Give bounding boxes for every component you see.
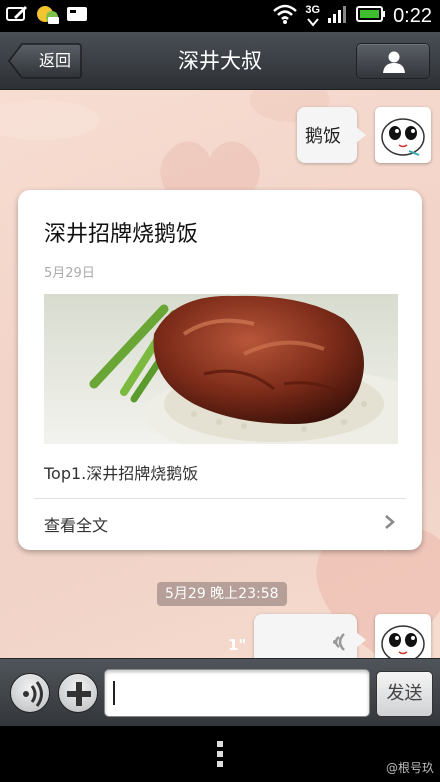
article-date: 5月29日 xyxy=(44,266,95,281)
message-input[interactable] xyxy=(104,669,370,717)
voice-mode-button[interactable] xyxy=(10,673,50,713)
input-bar: 发送 xyxy=(0,658,440,726)
status-bar: 3G 0:22 xyxy=(0,0,440,32)
back-button[interactable]: 返回 xyxy=(8,43,82,79)
voice-wave-icon xyxy=(333,633,345,651)
edit-note-icon xyxy=(6,5,28,23)
message-text: 鹅饭 xyxy=(305,126,341,147)
text-cursor xyxy=(113,681,115,705)
article-description: Top1.深井招牌烧鹅饭 xyxy=(44,464,199,483)
navigation-bar: @根号玖 xyxy=(0,726,440,782)
cartoon-face-icon xyxy=(381,118,425,156)
menu-dots-icon[interactable] xyxy=(216,740,224,768)
message-icon xyxy=(66,5,88,23)
person-icon xyxy=(383,51,405,73)
wifi-icon xyxy=(272,3,298,29)
plus-icon xyxy=(67,682,91,706)
back-button-label: 返回 xyxy=(38,51,71,70)
read-full-article-link[interactable]: 查看全文 xyxy=(44,512,108,536)
outgoing-message-bubble[interactable]: 鹅饭 xyxy=(297,107,366,163)
chevron-right-icon xyxy=(385,515,395,529)
signal-icon xyxy=(327,4,349,28)
user-avatar-2[interactable] xyxy=(375,614,431,658)
roast-goose-rice-image xyxy=(44,294,398,444)
add-attachment-button[interactable] xyxy=(58,673,98,713)
cartoon-face-icon xyxy=(381,625,425,658)
battery-icon xyxy=(356,5,386,27)
send-button[interactable]: 发送 xyxy=(376,671,433,717)
voice-duration: 1" xyxy=(228,636,247,654)
message-timestamp: 5月29 晚上23:58 xyxy=(157,582,287,606)
user-avatar[interactable] xyxy=(375,107,431,163)
page-title: 深井大叔 xyxy=(178,49,262,73)
card-divider xyxy=(34,498,406,499)
title-bar: 返回 深井大叔 xyxy=(0,32,440,90)
watermark: @根号玖 xyxy=(385,761,434,775)
background-cloud-decoration xyxy=(0,90,330,140)
article-image[interactable] xyxy=(44,294,398,444)
clock: 0:22 xyxy=(393,4,432,27)
network-type-icon: 3G xyxy=(305,4,320,28)
voice-message-bubble[interactable] xyxy=(254,614,366,658)
article-card[interactable]: 深井招牌烧鹅饭 5月29日 Top1.深井招牌烧鹅饭 查看全文 xyxy=(18,190,422,550)
chat-app-icon xyxy=(36,5,59,24)
article-title: 深井招牌烧鹅饭 xyxy=(44,222,199,247)
profile-button[interactable] xyxy=(356,43,430,79)
voice-mode-icon xyxy=(23,681,43,707)
chat-area[interactable]: 鹅饭 深井招牌烧鹅饭 5月29日 Top1.深井招牌烧鹅饭 查看全文 5月29 … xyxy=(0,90,440,658)
